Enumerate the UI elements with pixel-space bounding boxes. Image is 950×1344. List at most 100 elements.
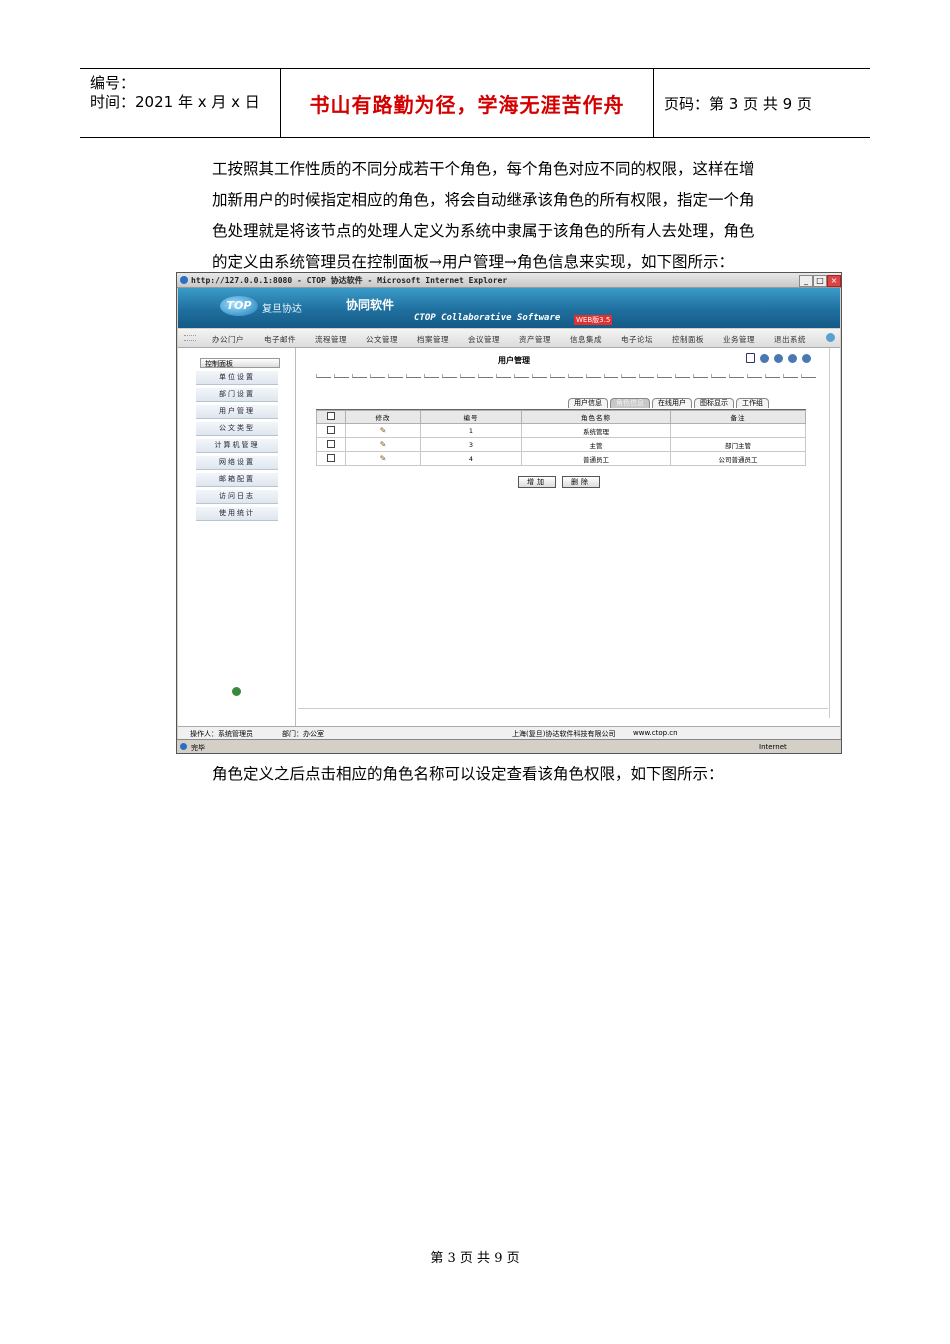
frame-border [298, 708, 828, 709]
row-checkbox[interactable] [327, 439, 335, 448]
paragraph-line: 工按照其工作性质的不同分成若干个角色，每个角色对应不同的权限，这样在增 [212, 160, 755, 178]
table-header-row: 修改 编号 角色名称 备注 [316, 410, 806, 424]
role-name-link[interactable]: 主管 [521, 437, 671, 452]
window-titlebar: http://127.0.0.1:8080 - CTOP 协达软件 - Micr… [177, 273, 841, 288]
nav-exit[interactable]: 退出系统 [774, 334, 806, 345]
row-checkbox[interactable] [327, 425, 335, 434]
help-icon[interactable] [826, 333, 835, 342]
number-label: 编号： [90, 74, 136, 92]
printer-icon[interactable] [232, 687, 241, 696]
main-nav: 办公门户 电子邮件 流程管理 公文管理 档案管理 会议管理 资产管理 信息集成 … [178, 329, 840, 348]
sidebar-item-usage[interactable]: 使用统计 [196, 507, 278, 521]
edit-icon[interactable]: ✎ [379, 440, 387, 448]
tab-online-users[interactable]: 在线用户 [652, 398, 692, 408]
roles-table: 修改 编号 角色名称 备注 ✎ 1 系统管理 ✎ 3 主管 部门主管 ✎ 4 普… [316, 410, 806, 466]
nav-portal[interactable]: 办公门户 [212, 334, 244, 345]
page-icon [180, 743, 187, 750]
main-title: 用户管理 [498, 356, 530, 365]
role-note [670, 423, 806, 438]
main-panel: 用户管理 用户信息 角色信息 在线用户 图标显示 工作组 修改 编号 角色名称 … [298, 348, 838, 726]
nav-meetings[interactable]: 会议管理 [468, 334, 500, 345]
row-checkbox[interactable] [327, 453, 335, 462]
embedded-screenshot: http://127.0.0.1:8080 - CTOP 协达软件 - Micr… [176, 272, 842, 754]
ie-icon [180, 276, 188, 284]
column-header: 编号 [420, 410, 522, 424]
tabs: 用户信息 角色信息 在线用户 图标显示 工作组 [568, 398, 769, 408]
role-id: 4 [420, 451, 522, 466]
status-dept: 部门：办公室 [282, 730, 324, 738]
product-name: 协同软件 [346, 298, 395, 312]
row-select-cell [316, 423, 346, 438]
table-row: ✎ 4 普通员工 公司普通员工 [316, 451, 806, 466]
tab-role-info[interactable]: 角色信息 [610, 398, 650, 408]
frame-border [829, 348, 830, 718]
page-code: 页码：第 3 页 共 9 页 [664, 94, 812, 113]
nav-control-panel[interactable]: 控制面板 [672, 334, 704, 345]
role-id: 1 [420, 423, 522, 438]
sidebar-item-mailbox[interactable]: 邮箱配置 [196, 473, 278, 487]
sidebar-item-computers[interactable]: 计算机管理 [196, 439, 278, 453]
back-icon[interactable] [774, 354, 783, 363]
row-select-cell [316, 437, 346, 452]
help-icon[interactable] [802, 354, 811, 363]
table-row: ✎ 1 系统管理 [316, 423, 806, 438]
role-id: 3 [420, 437, 522, 452]
tab-strip-decoration [316, 374, 817, 378]
roles-table-wrap: 修改 编号 角色名称 备注 ✎ 1 系统管理 ✎ 3 主管 部门主管 ✎ 4 普… [316, 409, 806, 466]
app-content: 控制面板 单位设置 部门设置 用户管理 公文类型 计算机管理 网络设置 邮箱配置… [178, 348, 840, 726]
sidebar-item-unit[interactable]: 单位设置 [196, 371, 278, 385]
brand-name: 复旦协达 [262, 304, 302, 315]
minimize-button[interactable]: _ [799, 275, 813, 287]
tab-user-info[interactable]: 用户信息 [568, 398, 608, 408]
edit-icon[interactable]: ✎ [379, 426, 387, 434]
header-page-cell: 页码：第 3 页 共 9 页 [654, 69, 870, 137]
motto: 书山有路勤为径，学海无涯苦作舟 [309, 92, 625, 117]
close-button[interactable]: × [827, 275, 841, 287]
ctop-logo: TOP [220, 296, 258, 316]
nav-forum[interactable]: 电子论坛 [621, 334, 653, 345]
sidebar: 控制面板 单位设置 部门设置 用户管理 公文类型 计算机管理 网络设置 邮箱配置… [178, 348, 296, 726]
page-header: 编号： 时间：2021 年 x 月 x 日 书山有路勤为径，学海无涯苦作舟 页码… [80, 68, 870, 138]
paragraph-line: 色处理就是将该节点的处理人定义为系统中隶属于该角色的所有人去处理，角色 [212, 222, 755, 240]
app-status-bar: 操作人：系统管理员 部门：办公室 上海(复旦)协达软件科技有限公司 www.ct… [178, 726, 840, 740]
window-title: http://127.0.0.1:8080 - CTOP 协达软件 - Micr… [191, 276, 508, 285]
nav-archives[interactable]: 档案管理 [417, 334, 449, 345]
select-all-header [316, 410, 346, 424]
action-buttons: 增加 删除 [518, 476, 600, 488]
product-subtitle: CTOP Collaborative Software [414, 313, 561, 323]
home-icon[interactable] [760, 354, 769, 363]
add-button[interactable]: 增加 [518, 476, 556, 488]
sidebar-title: 控制面板 [200, 358, 280, 368]
header-motto-cell: 书山有路勤为径，学海无涯苦作舟 [281, 69, 654, 137]
nav-documents[interactable]: 公文管理 [366, 334, 398, 345]
paragraph-line: 角色定义之后点击相应的角色名称可以设定查看该角色权限，如下图所示： [212, 765, 724, 783]
tab-workgroup[interactable]: 工作组 [736, 398, 769, 408]
nav-email[interactable]: 电子邮件 [264, 334, 296, 345]
edit-cell: ✎ [345, 423, 421, 438]
nav-workflow[interactable]: 流程管理 [315, 334, 347, 345]
nav-integration[interactable]: 信息集成 [570, 334, 602, 345]
sidebar-item-doc-types[interactable]: 公文类型 [196, 422, 278, 436]
sidebar-item-access-log[interactable]: 访问日志 [196, 490, 278, 504]
sidebar-item-dept[interactable]: 部门设置 [196, 388, 278, 402]
document-icon[interactable] [746, 353, 755, 363]
edit-icon[interactable]: ✎ [379, 454, 387, 462]
column-header: 备注 [670, 410, 806, 424]
header-info-cell: 编号： 时间：2021 年 x 月 x 日 [80, 69, 281, 137]
version-badge: WEB版3.5 [574, 315, 613, 325]
nav-business[interactable]: 业务管理 [723, 334, 755, 345]
edit-cell: ✎ [345, 437, 421, 452]
role-name-link[interactable]: 系统管理 [521, 423, 671, 438]
select-all-checkbox[interactable] [327, 412, 335, 420]
status-site: www.ctop.cn [633, 729, 678, 737]
ie-status-bar: 完毕 Internet [177, 739, 841, 753]
forward-icon[interactable] [788, 354, 797, 363]
maximize-button[interactable]: □ [813, 275, 827, 287]
sidebar-item-network[interactable]: 网络设置 [196, 456, 278, 470]
sidebar-item-users[interactable]: 用户管理 [196, 405, 278, 419]
tab-icon-display[interactable]: 图标显示 [694, 398, 734, 408]
toolbar-icons [746, 353, 816, 365]
nav-assets[interactable]: 资产管理 [519, 334, 551, 345]
delete-button[interactable]: 删除 [562, 476, 600, 488]
role-name-link[interactable]: 普通员工 [521, 451, 671, 466]
